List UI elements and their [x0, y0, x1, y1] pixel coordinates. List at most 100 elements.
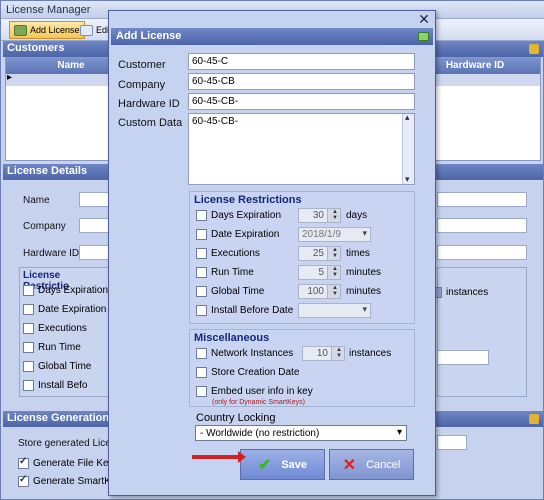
date-expiration-row[interactable]: Date Expiration — [196, 227, 279, 242]
install-before-row[interactable]: Install Before Date — [196, 303, 293, 318]
global-time-checkbox[interactable] — [196, 286, 207, 297]
bg-instances[interactable]: instances — [431, 287, 488, 298]
spinner-arrows-icon[interactable]: ▲ ▼ — [332, 247, 338, 259]
country-locking-value: - Worldwide (no restriction) — [200, 428, 320, 439]
company-label: Company — [118, 79, 166, 91]
global-time-row[interactable]: Global Time — [196, 284, 264, 299]
save-button[interactable]: ✔ Save — [240, 449, 325, 480]
days-expiration-checkbox[interactable] — [196, 210, 207, 221]
days-unit: days — [346, 210, 368, 221]
save-label: Save — [281, 458, 308, 471]
date-expiration-checkbox[interactable] — [196, 229, 207, 240]
customers-header-text: Customers — [7, 42, 65, 54]
company-field[interactable]: 60-45-CB — [188, 73, 415, 90]
date-expiration-dropdown[interactable]: 2018/1/9 ▾ — [298, 227, 371, 242]
customer-field[interactable]: 60-45-C — [188, 53, 415, 70]
days-expiration-row[interactable]: Days Expiration — [196, 208, 281, 223]
checkbox[interactable] — [23, 361, 34, 372]
add-license-icon — [14, 24, 27, 36]
run-time-unit: minutes — [346, 267, 382, 278]
executions-checkbox[interactable] — [196, 248, 207, 259]
generate-file-key-label: Generate File Key — [33, 458, 114, 469]
checkbox[interactable] — [23, 342, 34, 353]
window-title: License Manager — [6, 4, 91, 16]
store-creation-date-row[interactable]: Store Creation Date — [196, 365, 299, 380]
spinner-arrows-icon[interactable]: ▲ ▼ — [336, 347, 342, 359]
bg-generation-field[interactable] — [437, 435, 467, 450]
run-time-row[interactable]: Run Time — [196, 265, 254, 280]
network-instances-row[interactable]: Network Instances — [196, 346, 293, 361]
add-license-button[interactable]: Add License — [9, 21, 85, 39]
generate-file-key[interactable]: Generate File Key — [18, 456, 114, 469]
bg-instances-field[interactable] — [437, 350, 489, 365]
bg-date-expiration[interactable]: Date Expiration — [23, 304, 106, 315]
dialog-title: Add License — [116, 30, 182, 42]
spinner-arrows-icon[interactable]: ▲ ▼ — [332, 266, 338, 278]
date-expiration-label: Date Expiration — [211, 229, 280, 240]
store-creation-date-checkbox[interactable] — [196, 367, 207, 378]
run-time-checkbox[interactable] — [196, 267, 207, 278]
dialog-header: Add License — [111, 28, 433, 45]
bg-exec-label: Executions — [38, 323, 87, 334]
checkbox[interactable] — [23, 323, 34, 334]
chevron-down-icon[interactable]: ▾ — [362, 304, 367, 315]
install-before-checkbox[interactable] — [196, 305, 207, 316]
bg-date-label: Date Expiration — [38, 304, 107, 315]
cancel-button[interactable]: ✕ Cancel — [329, 449, 414, 480]
network-instances-spinner[interactable]: 10 ▲ ▼ — [302, 346, 345, 361]
days-spinner[interactable]: 30 ▲ ▼ — [298, 208, 341, 223]
bg-global-time[interactable]: Global Time — [23, 361, 91, 372]
country-locking-dropdown[interactable]: - Worldwide (no restriction) ▾ — [195, 425, 407, 441]
executions-label: Executions — [211, 248, 260, 259]
edit-license-icon — [80, 24, 93, 36]
details-name-field[interactable] — [79, 192, 111, 207]
global-time-label: Global Time — [211, 286, 265, 297]
custom-data-label: Custom Data — [118, 117, 183, 129]
close-icon[interactable]: ✕ — [417, 12, 431, 26]
run-time-spinner[interactable]: 5 ▲ ▼ — [298, 265, 341, 280]
checkbox-checked[interactable] — [18, 456, 29, 469]
network-instances-checkbox[interactable] — [196, 348, 207, 359]
embed-hint: (only for Dynamic SmartKeys) — [212, 399, 305, 406]
network-instances-unit: instances — [349, 348, 392, 359]
custom-data-scrollbar[interactable] — [402, 114, 414, 184]
embed-user-info-checkbox[interactable] — [196, 386, 207, 397]
checkbox[interactable] — [23, 380, 34, 391]
bg-install-label: Install Befo — [38, 380, 88, 391]
bg-instances-label: instances — [446, 287, 489, 298]
license-restrictions-group: License Restrictions Days Expiration 30 … — [189, 191, 415, 324]
generate-smartkey[interactable]: Generate SmartKey — [18, 474, 121, 487]
embed-user-info-label: Embed user info in key — [211, 386, 313, 397]
miscellaneous-group: Miscellaneous Network Instances 10 ▲ ▼ in… — [189, 329, 415, 407]
cancel-label: Cancel — [366, 458, 401, 471]
checkbox-checked[interactable] — [18, 474, 29, 487]
store-creation-date-label: Store Creation Date — [211, 367, 300, 378]
executions-spinner[interactable]: 25 ▲ ▼ — [298, 246, 341, 261]
install-before-dropdown[interactable]: ▾ — [298, 303, 371, 318]
network-instances-label: Network Instances — [211, 348, 294, 359]
bg-days-expiration[interactable]: Days Expiration — [23, 285, 108, 296]
details-right-field-3[interactable] — [437, 245, 527, 260]
chevron-down-icon[interactable]: ▾ — [397, 427, 402, 438]
spinner-arrows-icon[interactable]: ▲ ▼ — [332, 209, 338, 221]
details-company-field[interactable] — [79, 218, 111, 233]
bg-run-time[interactable]: Run Time — [23, 342, 81, 353]
spinner-arrows-icon[interactable]: ▲ ▼ — [332, 285, 338, 297]
bg-executions[interactable]: Executions — [23, 323, 87, 334]
license-details-header-text: License Details — [7, 165, 88, 177]
executions-row[interactable]: Executions — [196, 246, 260, 261]
install-before-label: Install Before Date — [211, 305, 294, 316]
checkmark-icon: ✔ — [257, 456, 272, 474]
days-value: 30 — [312, 210, 324, 221]
chevron-down-icon[interactable]: ▾ — [362, 228, 367, 239]
bg-install-before[interactable]: Install Befo — [23, 380, 87, 391]
details-hardware-field[interactable] — [79, 245, 111, 260]
checkbox[interactable] — [23, 285, 34, 296]
global-time-spinner[interactable]: 100 ▲ ▼ — [298, 284, 341, 299]
custom-data-field[interactable]: 60-45-CB- — [188, 113, 415, 185]
details-right-field-1[interactable] — [437, 192, 527, 207]
hardware-id-field[interactable]: 60-45-CB- — [188, 93, 415, 110]
checkbox[interactable] — [23, 304, 34, 315]
details-right-field-2[interactable] — [437, 218, 527, 233]
embed-user-info-row[interactable]: Embed user info in key — [196, 384, 313, 399]
